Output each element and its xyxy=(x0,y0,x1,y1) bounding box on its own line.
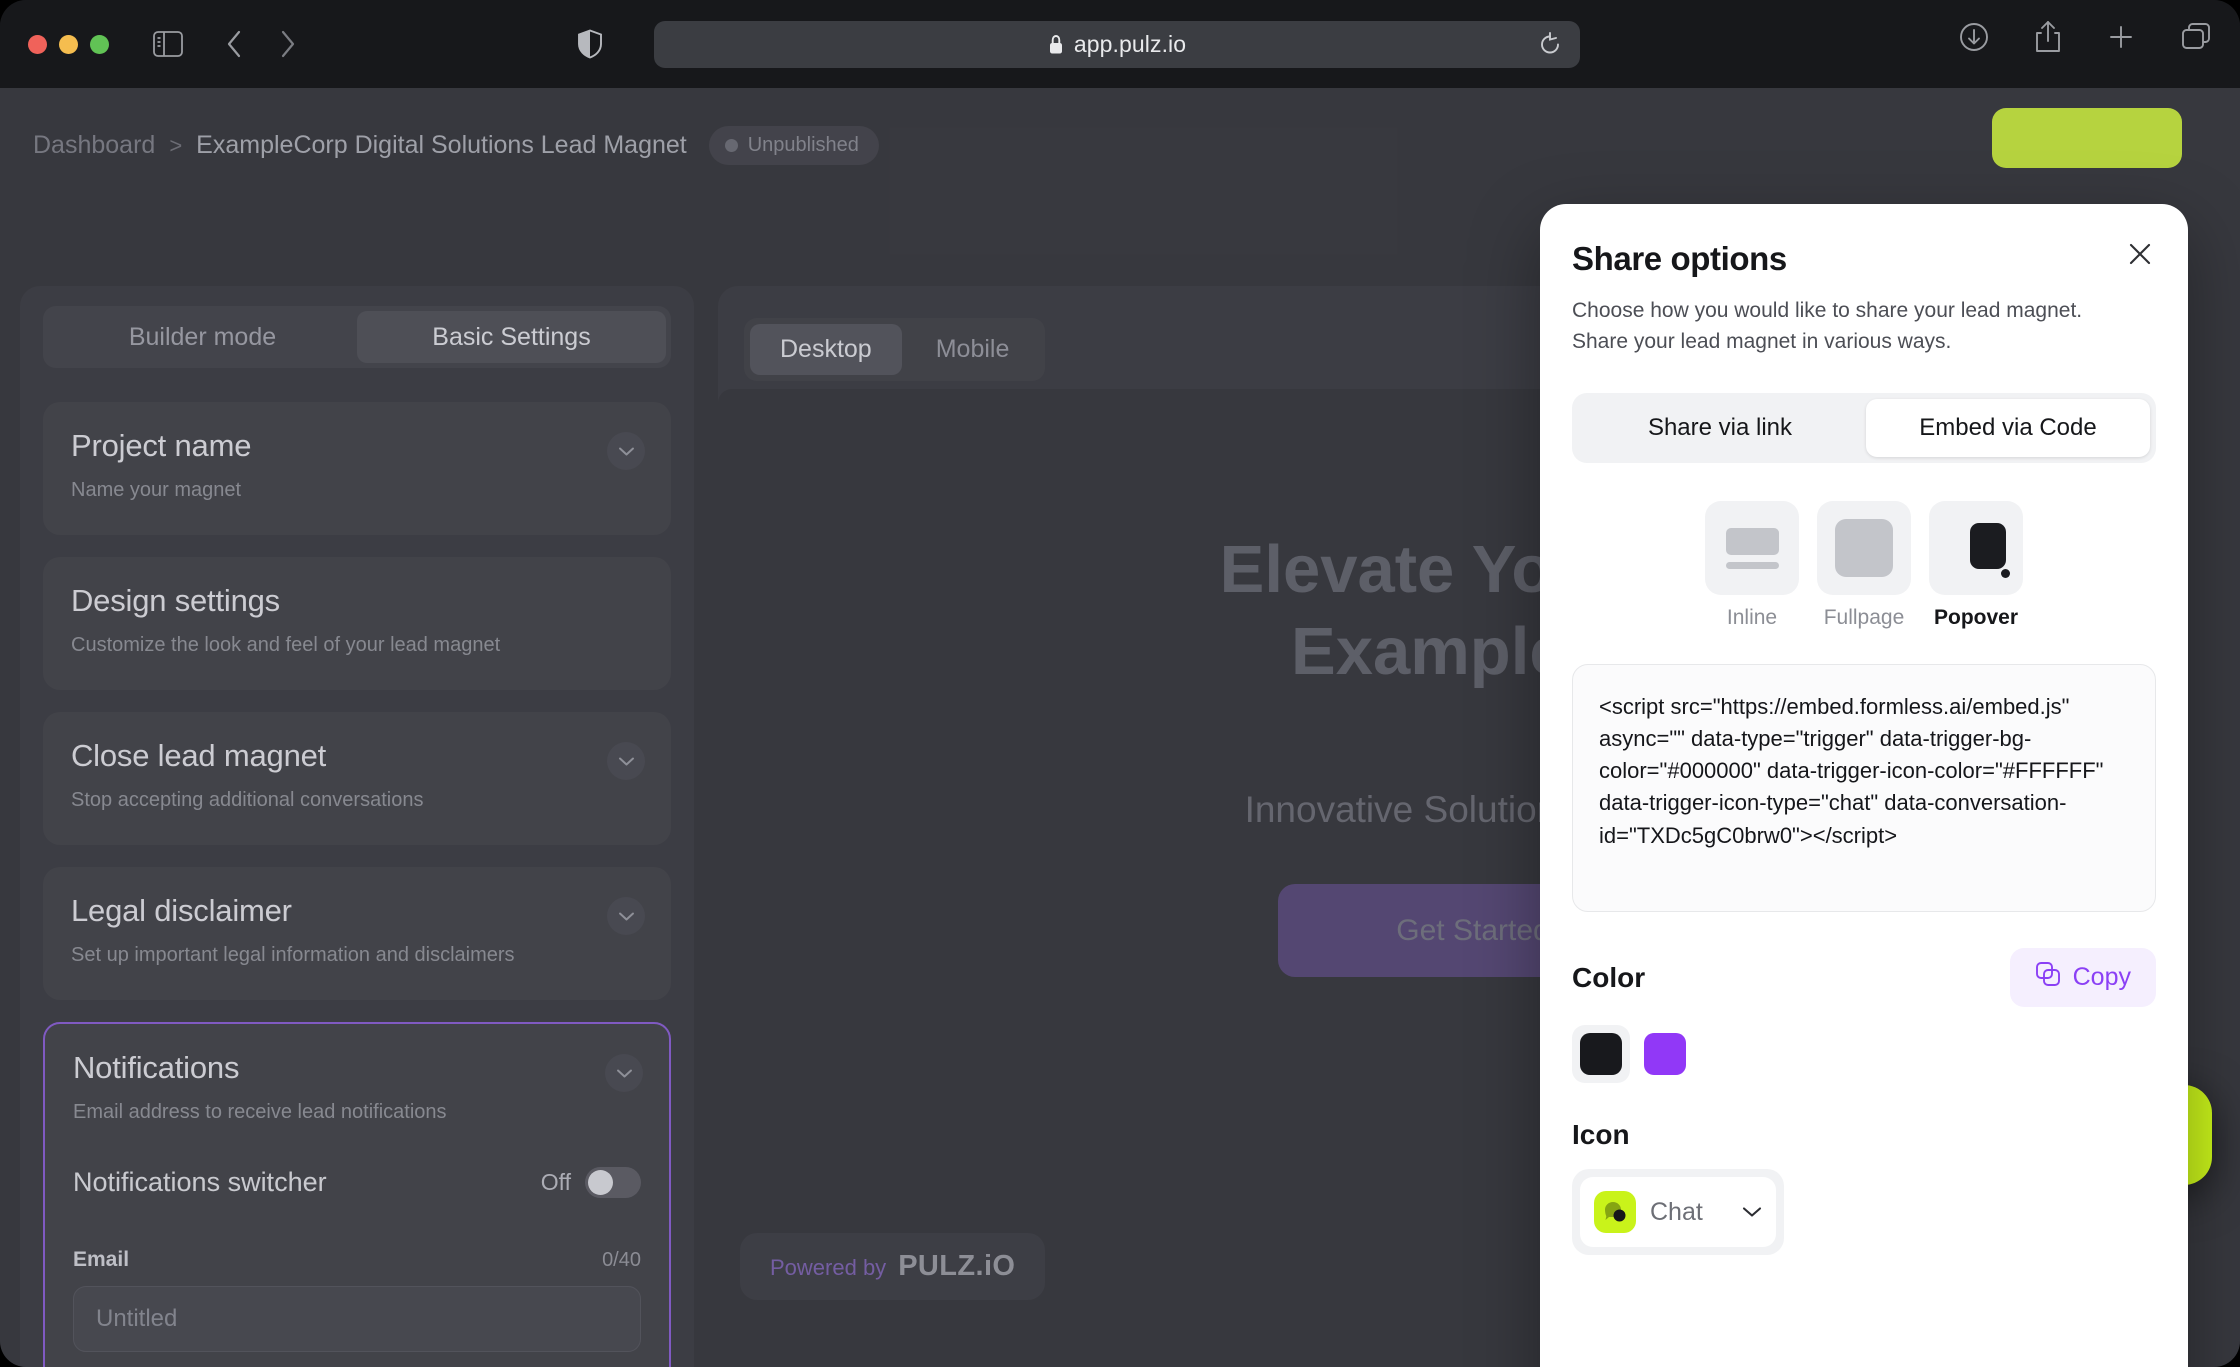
embed-type-popover[interactable]: Popover xyxy=(1929,501,2023,630)
icon-select[interactable]: Chat xyxy=(1580,1177,1776,1248)
embed-type-fullpage[interactable]: Fullpage xyxy=(1817,501,1911,630)
inline-embed-icon xyxy=(1705,501,1799,596)
color-swatch-purple[interactable] xyxy=(1636,1025,1694,1083)
chevron-down-icon[interactable] xyxy=(1742,1206,1762,1218)
maximize-window-button[interactable] xyxy=(90,34,109,54)
embed-type-label: Popover xyxy=(1933,606,2019,630)
copy-button[interactable]: Copy xyxy=(2009,948,2156,1008)
forward-arrow-icon[interactable] xyxy=(279,29,297,59)
icon-section-title: Icon xyxy=(1572,1119,1630,1151)
fullpage-embed-icon xyxy=(1817,501,1911,596)
toolbar-right-icons xyxy=(1958,20,2212,54)
icon-select-label: Chat xyxy=(1650,1197,1703,1226)
traffic-lights xyxy=(28,34,109,54)
app-page: Dashboard > ExampleCorp Digital Solution… xyxy=(0,88,2240,1367)
copy-label: Copy xyxy=(2072,963,2131,992)
tab-overview-icon[interactable] xyxy=(2180,22,2212,52)
url-text: app.pulz.io xyxy=(1073,31,1187,57)
lock-icon xyxy=(1048,34,1064,55)
swatch-color xyxy=(1580,1033,1622,1076)
downloads-icon[interactable] xyxy=(1958,21,1990,53)
share-mode-tabs: Share via link Embed via Code xyxy=(1572,393,2156,464)
minimize-window-button[interactable] xyxy=(59,34,78,54)
plus-icon[interactable] xyxy=(2106,22,2136,52)
color-section-header: Color Copy xyxy=(1572,948,2156,1008)
close-window-button[interactable] xyxy=(28,34,47,54)
share-options-modal: Share options Choose how you would like … xyxy=(1540,204,2188,1367)
embed-type-label: Fullpage xyxy=(1823,606,1905,630)
modal-title: Share options xyxy=(1572,240,1787,277)
tab-embed-via-code[interactable]: Embed via Code xyxy=(1866,399,2150,458)
copy-icon xyxy=(2035,961,2061,994)
shield-icon[interactable] xyxy=(577,29,603,59)
reload-icon[interactable] xyxy=(1538,32,1562,62)
embed-type-selector: Inline Fullpage Popover xyxy=(1572,501,2156,630)
modal-subtitle: Choose how you would like to share your … xyxy=(1572,299,2083,354)
share-icon[interactable] xyxy=(2034,20,2062,54)
tab-share-via-link[interactable]: Share via link xyxy=(1578,399,1862,457)
color-swatches xyxy=(1572,1025,2156,1084)
embed-code-snippet[interactable]: <script src="https://embed.formless.ai/e… xyxy=(1572,664,2156,913)
popover-embed-icon xyxy=(1929,501,2023,596)
sidebar-toggle-icon[interactable] xyxy=(153,31,183,57)
embed-type-label: Inline xyxy=(1726,606,1778,630)
embed-type-inline[interactable]: Inline xyxy=(1705,501,1799,630)
back-arrow-icon[interactable] xyxy=(225,29,243,59)
icon-select-wrapper: Chat xyxy=(1572,1169,1784,1256)
browser-toolbar: app.pulz.io xyxy=(0,0,2240,88)
color-section-title: Color xyxy=(1572,961,1646,993)
close-icon[interactable] xyxy=(2122,236,2158,272)
url-bar[interactable]: app.pulz.io xyxy=(654,21,1580,68)
chat-icon xyxy=(1594,1191,1636,1234)
icon-section-header: Icon xyxy=(1572,1119,2156,1151)
color-swatch-black[interactable] xyxy=(1572,1025,1630,1084)
browser-window: app.pulz.io Dashboard > ExampleCorp Digi… xyxy=(0,0,2240,1367)
swatch-color xyxy=(1644,1033,1686,1076)
